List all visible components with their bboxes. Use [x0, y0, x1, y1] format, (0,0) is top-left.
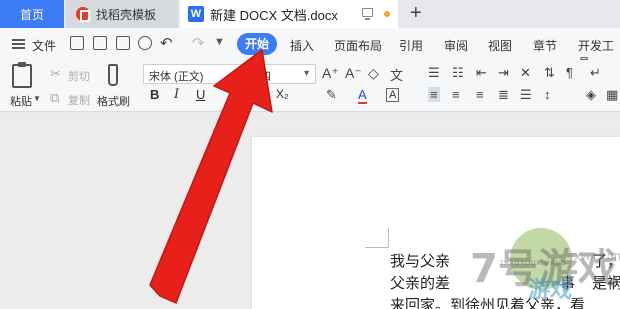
grow-font-icon[interactable]: A⁺: [322, 65, 339, 82]
tab-template[interactable]: 找稻壳模板: [66, 0, 178, 28]
font-color-button[interactable]: A: [358, 87, 367, 104]
file-menu[interactable]: 文件: [32, 37, 56, 54]
distribute-icon[interactable]: ☰: [520, 87, 532, 103]
ribbon-toolbar: 粘贴 ▼ ✂ 剪切 ⧉ 复制 格式刷 宋体 (正文) ▼ 四 ▼ A⁺ A⁻ ◇…: [0, 60, 620, 112]
chinese-layout-icon[interactable]: ✕: [520, 65, 531, 81]
format-painter-button[interactable]: 格式刷: [97, 93, 130, 109]
word-doc-icon: W: [188, 6, 204, 22]
preview-icon[interactable]: [138, 36, 152, 50]
font-size-select[interactable]: 四 ▼: [254, 64, 316, 84]
paste-button[interactable]: 粘贴: [10, 93, 32, 109]
chevron-down-icon: ▼: [233, 68, 242, 78]
menu-icon[interactable]: [12, 39, 25, 49]
export-icon[interactable]: [93, 36, 107, 50]
undo-icon[interactable]: ↶: [160, 34, 173, 52]
tab-bar: 首页 找稻壳模板 W 新建 DOCX 文档.docx +: [0, 0, 620, 28]
line-break-icon[interactable]: ↵: [590, 65, 601, 81]
monitor-icon[interactable]: [362, 8, 373, 20]
border-icon[interactable]: ▦: [606, 87, 618, 103]
print-icon[interactable]: [116, 36, 130, 50]
align-right-icon[interactable]: ≡: [476, 87, 484, 102]
outdent-icon[interactable]: ⇤: [476, 65, 487, 81]
pinyin-icon[interactable]: 文: [390, 65, 403, 84]
paste-icon[interactable]: [12, 62, 32, 88]
docer-logo-icon: [76, 7, 90, 22]
tab-home[interactable]: 首页: [0, 0, 64, 28]
bold-button[interactable]: B: [150, 87, 159, 102]
watermark-english: 7HAOYOUXIWANG: [500, 261, 567, 267]
justify-icon[interactable]: ≣: [498, 87, 509, 103]
superscript-button[interactable]: X²: [254, 87, 266, 101]
site-watermark: 7号游戏 7HAOYOUXIWANG 游戏 rxwx.com: [470, 228, 620, 309]
bullet-list-icon[interactable]: ☰: [428, 65, 440, 81]
ribbon-tab-start[interactable]: 开始: [237, 33, 277, 55]
cut-button[interactable]: 剪切: [68, 68, 90, 84]
ribbon-tab-insert[interactable]: 插入: [290, 37, 314, 54]
chevron-down-icon[interactable]: ▼: [33, 94, 41, 103]
indent-icon[interactable]: ⇥: [498, 65, 509, 81]
sort-icon[interactable]: ⇅: [544, 65, 555, 81]
char-border-button[interactable]: A: [386, 88, 400, 102]
subscript-button[interactable]: X₂: [276, 87, 289, 101]
show-marks-icon[interactable]: ¶: [566, 65, 573, 80]
ribbon-tab-review[interactable]: 审阅: [444, 37, 468, 54]
new-tab-button[interactable]: +: [410, 3, 422, 23]
underline-button[interactable]: U: [196, 87, 205, 102]
chevron-down-icon: ▼: [302, 68, 311, 78]
margin-corner-mark: [365, 228, 389, 248]
watermark-site: rxwx.com: [570, 248, 620, 263]
scissors-icon: ✂: [50, 66, 61, 81]
unsaved-dot-icon: [384, 11, 390, 17]
shrink-font-icon[interactable]: A⁻: [345, 65, 362, 82]
italic-button[interactable]: I: [174, 87, 179, 102]
chevron-down-icon[interactable]: ▼: [214, 36, 225, 48]
format-painter-icon[interactable]: [108, 64, 118, 86]
line-spacing-icon[interactable]: ↕: [544, 87, 551, 102]
document-line-2: 父亲的差: [390, 274, 451, 292]
document-line-1: 我与父亲: [390, 252, 451, 270]
font-name-select[interactable]: 宋体 (正文) ▼: [143, 64, 247, 84]
copy-button[interactable]: 复制: [68, 92, 90, 108]
ribbon-tab-layout[interactable]: 页面布局: [334, 37, 382, 54]
watermark-sub: 游戏: [528, 278, 573, 303]
ribbon-tab-view[interactable]: 视图: [488, 37, 512, 54]
ribbon-tab-chapter[interactable]: 章节: [533, 37, 557, 54]
redo-icon[interactable]: ↷: [192, 34, 205, 52]
copy-icon: ⧉: [50, 90, 60, 105]
highlight-icon[interactable]: ✎: [326, 87, 337, 103]
save-icon[interactable]: [70, 36, 84, 50]
ribbon-tab-references[interactable]: 引用: [399, 37, 423, 54]
clear-format-icon[interactable]: ◇: [368, 65, 379, 82]
align-left-icon[interactable]: ≡: [428, 87, 440, 102]
numbered-list-icon[interactable]: ☷: [452, 65, 464, 81]
shading-icon[interactable]: ◈: [586, 87, 596, 103]
menu-bar: 文件 ↶ ↷ ▼ 开始 插入 页面布局 引用 审阅 视图 章节 开发工具: [0, 28, 620, 70]
align-center-icon[interactable]: ≡: [452, 87, 460, 102]
